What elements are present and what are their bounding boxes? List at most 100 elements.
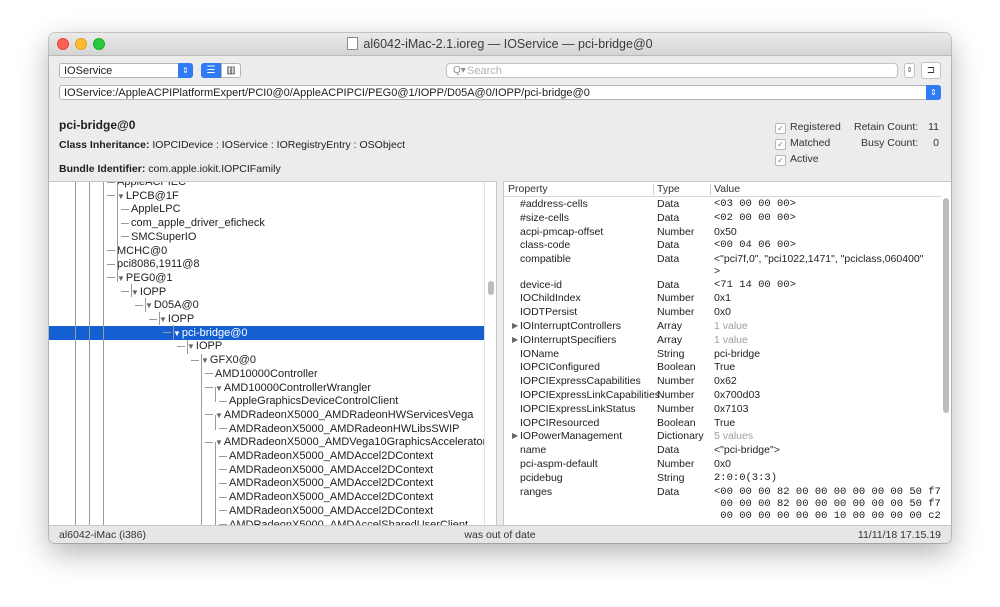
tree-row[interactable]: ▼AMDRadeonX5000_AMDRadeonHWServicesVega [49, 408, 484, 422]
property-key: IOPCIExpressCapabilities [520, 375, 641, 388]
tree-row[interactable]: AppleLPC [49, 202, 484, 216]
property-row[interactable]: ▶ IOPowerManagement Dictionary 5 values [504, 429, 939, 443]
tree-guide-line [117, 182, 118, 282]
property-row[interactable]: pcidebug String 2:0:0(3:3) [504, 471, 939, 485]
disclosure-triangle-icon[interactable]: ▶ [512, 333, 518, 347]
disclosure-triangle-icon[interactable]: ▼ [215, 384, 223, 393]
property-row[interactable]: ranges Data <00 00 00 82 00 00 00 00 00 00… [504, 485, 941, 523]
tree-scrollbar[interactable] [484, 182, 496, 526]
disclosure-triangle-icon[interactable]: ▼ [117, 192, 125, 201]
search-stepper[interactable]: ⇕ [904, 63, 915, 78]
tree-row[interactable]: ▼IOPP [49, 312, 484, 326]
tree-row[interactable]: AMDRadeonX5000_AMDAccel2DContext [49, 463, 484, 477]
object-info-panel: pci-bridge@0 Class Inheritance: IOPCIDev… [49, 114, 951, 181]
property-row[interactable]: IOPCIExpressLinkStatus Number 0x7103 [504, 402, 939, 416]
plane-popup[interactable]: IOService ⇕ [59, 63, 193, 78]
disclosure-triangle-icon[interactable]: ▼ [145, 301, 153, 310]
tree-row-label: AMDRadeonX5000_AMDAccel2DContext [229, 463, 434, 476]
tree-row[interactable]: ▼AMD10000ControllerWrangler [49, 381, 484, 395]
property-type: Data [657, 211, 680, 224]
tree-row[interactable]: ▼IOPP [49, 285, 484, 299]
property-row[interactable]: ▶ IOInterruptSpecifiers Array 1 value [504, 333, 939, 347]
property-row[interactable]: class-code Data <00 04 06 00> [504, 238, 939, 252]
disclosure-triangle-icon[interactable]: ▼ [117, 274, 125, 283]
tree-row[interactable]: ▼GFX0@0 [49, 353, 484, 367]
property-row[interactable]: IOName String pci-bridge [504, 347, 939, 361]
property-row[interactable]: IOPCIResourced Boolean True [504, 416, 939, 430]
disclosure-triangle-icon[interactable]: ▼ [159, 315, 167, 324]
list-view-button[interactable]: ☰ [201, 63, 221, 78]
path-popup[interactable]: IOService:/AppleACPIPlatformExpert/PCI0@… [59, 85, 941, 100]
inspector-toggle-button[interactable]: ⊐ [921, 62, 941, 79]
tree-row-selected[interactable]: ▼pci-bridge@0 [49, 325, 484, 340]
document-icon [347, 37, 359, 50]
property-row[interactable]: #size-cells Data <02 00 00 00> [504, 211, 939, 225]
property-row[interactable]: compatible Data <"pci7f,0", "pci1022,1471"… [504, 252, 939, 278]
tree-row[interactable]: AMDRadeonX5000_AMDAccel2DContext [49, 476, 484, 490]
tree-scrollbar-thumb[interactable] [488, 281, 494, 295]
tree-row[interactable]: SMCSuperIO [49, 230, 484, 244]
disclosure-triangle-icon[interactable]: ▼ [215, 438, 223, 447]
search-input[interactable] [467, 64, 887, 77]
properties-table[interactable]: Property Type Value #address-cells Data <0… [504, 181, 951, 526]
tree-row[interactable]: ▼D05A@0 [49, 298, 484, 312]
tree-row[interactable]: AMDRadeonX5000_AMDRadeonHWLibsSWIP [49, 422, 484, 436]
disclosure-triangle-icon[interactable]: ▼ [215, 411, 223, 420]
tree-connector [135, 304, 143, 306]
property-row[interactable]: IODTPersist Number 0x0 [504, 305, 939, 319]
tree-row[interactable]: ▼LPCB@1F [49, 189, 484, 203]
disclosure-triangle-icon[interactable]: ▼ [187, 342, 195, 351]
tree-row-label: AppleACPIEC [117, 181, 187, 188]
property-row[interactable]: IOPCIExpressLinkCapabilities Number 0x700d… [504, 388, 939, 402]
property-row[interactable]: name Data <"pci-bridge"> [504, 443, 939, 457]
tree-guide-line [215, 442, 216, 526]
tree-row[interactable]: AMDRadeonX5000_AMDAccel2DContext [49, 504, 484, 518]
tree-row[interactable]: com_apple_driver_eficheck [49, 216, 484, 230]
status-message: was out of date [464, 529, 536, 541]
properties-scrollbar-thumb[interactable] [943, 198, 949, 413]
registered-label: Registered [790, 121, 841, 133]
disclosure-triangle-icon[interactable]: ▼ [131, 288, 139, 297]
tree-row[interactable]: AMD10000Controller [49, 367, 484, 381]
column-header-value[interactable]: Value [714, 183, 740, 195]
tree-connector [107, 195, 115, 197]
tree-connector [219, 510, 227, 512]
property-key: IOChildIndex [520, 292, 581, 305]
tree-row[interactable]: ▼IOPP [49, 339, 484, 353]
tree-row-label: AMDRadeonX5000_AMDRadeonHWLibsSWIP [229, 422, 460, 435]
property-value: 0x1 [714, 292, 731, 305]
column-header-property[interactable]: Property [508, 183, 548, 195]
tree-row[interactable]: ▼AMDRadeonX5000_AMDVega10GraphicsAcceler… [49, 435, 486, 449]
tree-row[interactable]: AMDRadeonX5000_AMDAccel2DContext [49, 449, 484, 463]
disclosure-triangle-icon[interactable]: ▶ [512, 319, 518, 333]
property-row[interactable]: pci-aspm-default Number 0x0 [504, 457, 939, 471]
column-view-button[interactable]: ▥ [221, 63, 241, 78]
tree-row-label: AMD10000Controller [215, 367, 318, 380]
tree-guide-line [145, 298, 146, 312]
property-row[interactable]: IOChildIndex Number 0x1 [504, 291, 939, 305]
tree-row[interactable]: AMDRadeonX5000_AMDAccel2DContext [49, 490, 484, 504]
search-field[interactable]: Q▾ [446, 63, 898, 78]
tree-row[interactable]: AppleGraphicsDeviceControlClient [49, 394, 484, 408]
properties-scrollbar[interactable] [941, 196, 951, 526]
registry-tree[interactable]: AppleACPIEC ▼LPCB@1F AppleLPC com_apple_dri… [49, 181, 496, 526]
property-row[interactable]: acpi-pmcap-offset Number 0x50 [504, 225, 939, 239]
matched-checkbox: ✓ Matched [775, 137, 830, 150]
tree-row[interactable]: pci8086,1911@8 [49, 257, 484, 271]
property-key: #address-cells [520, 198, 588, 210]
tree-row[interactable]: ▼PEG0@1 [49, 271, 484, 285]
property-type: Number [657, 306, 695, 319]
property-type: Number [657, 458, 695, 470]
column-header-type[interactable]: Type [657, 183, 680, 195]
property-row[interactable]: IOPCIExpressCapabilities Number 0x62 [504, 374, 939, 388]
property-row[interactable]: IOPCIConfigured Boolean True [504, 360, 939, 374]
disclosure-triangle-icon[interactable]: ▶ [512, 429, 518, 443]
property-row[interactable]: ▶ IOInterruptControllers Array 1 value [504, 319, 939, 333]
disclosure-triangle-icon[interactable]: ▼ [173, 329, 181, 338]
tree-row[interactable]: MCHC@0 [49, 244, 484, 258]
property-row[interactable]: device-id Data <71 14 00 00> [504, 278, 939, 292]
split-divider[interactable] [496, 181, 504, 525]
property-row[interactable]: #address-cells Data <03 00 00 00> [504, 197, 939, 211]
disclosure-triangle-icon[interactable]: ▼ [201, 356, 209, 365]
active-label: Active [790, 153, 819, 165]
